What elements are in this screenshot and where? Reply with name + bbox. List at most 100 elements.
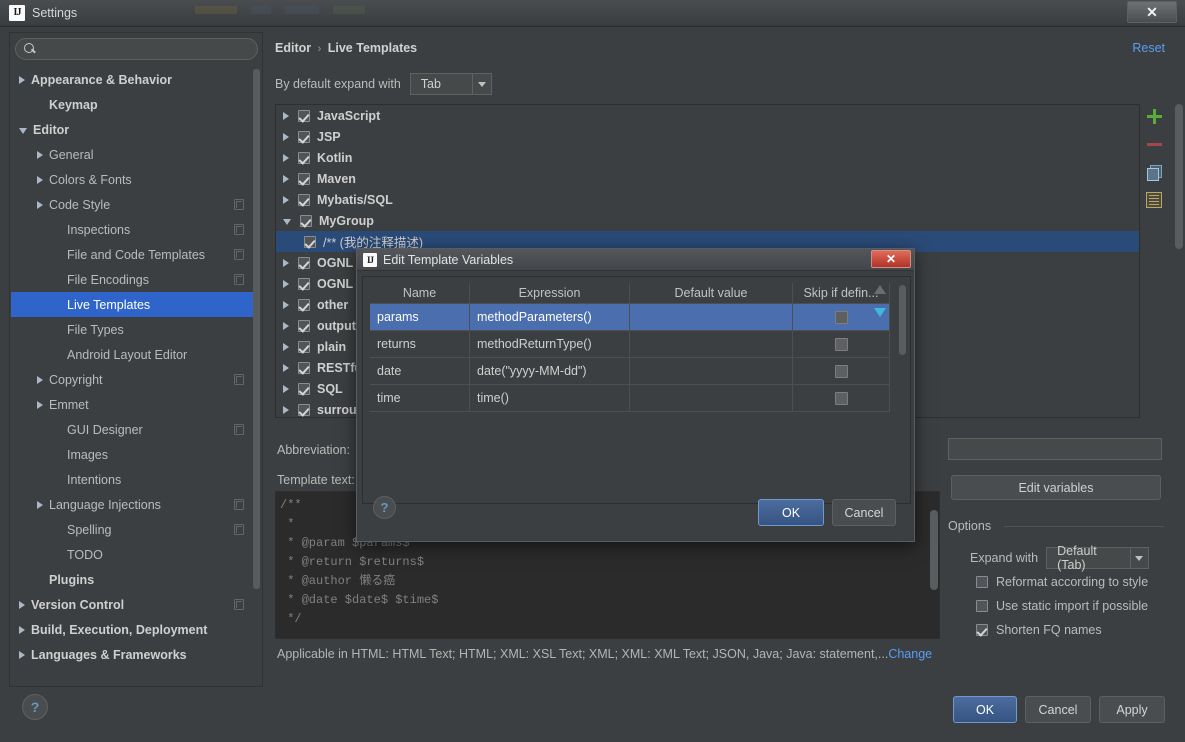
template-enabled-checkbox[interactable] [298,361,310,374]
variables-table[interactable]: Name Expression Default value Skip if defin… [370,283,890,412]
variable-default-cell[interactable] [630,358,793,385]
chevron-right-icon[interactable] [37,500,43,509]
sidebar-item-appearance-behavior[interactable]: Appearance & Behavior [11,67,256,92]
sidebar-item-images[interactable]: Images [11,442,256,467]
settings-category-tree[interactable]: Appearance & Behavior Keymap Editor General… [11,67,256,685]
chevron-right-icon[interactable] [283,405,289,414]
chevron-right-icon[interactable] [37,375,43,384]
template-tree-row[interactable]: MyGroup [276,210,1139,231]
template-list-scrollbar-thumb[interactable] [1175,104,1183,249]
template-tree-row[interactable]: Mybatis/SQL [276,189,1139,210]
variable-name-cell[interactable]: returns [370,331,470,358]
add-template-icon[interactable] [1146,108,1162,124]
template-enabled-checkbox[interactable] [298,151,310,164]
sidebar-item-file-and-code-templates[interactable]: File and Code Templates [11,242,256,267]
sidebar-item-build-execution-deployment[interactable]: Build, Execution, Deployment [11,617,256,642]
remove-template-icon[interactable] [1146,136,1162,152]
option-row[interactable]: Shorten FQ names [976,623,1102,637]
chevron-right-icon[interactable] [283,111,289,120]
template-enabled-checkbox[interactable] [298,130,310,143]
sidebar-item-live-templates[interactable]: Live Templates [11,292,256,317]
sidebar-item-gui-designer[interactable]: GUI Designer [11,417,256,442]
chevron-right-icon[interactable] [283,132,289,141]
arrow-up-icon[interactable] [874,285,886,294]
sidebar-item-emmet[interactable]: Emmet [11,392,256,417]
sidebar-scrollbar-thumb[interactable] [253,69,260,589]
ok-button[interactable]: OK [953,696,1017,723]
sidebar-item-code-style[interactable]: Code Style [11,192,256,217]
sidebar-item-inspections[interactable]: Inspections [11,217,256,242]
template-enabled-checkbox[interactable] [298,382,310,395]
chevron-right-icon[interactable] [19,75,25,84]
abbreviation-input[interactable] [948,438,1162,460]
sidebar-item-copyright[interactable]: Copyright [11,367,256,392]
edit-variables-button[interactable]: Edit variables [951,475,1161,500]
window-close-button[interactable]: ✕ [1127,1,1177,23]
sidebar-item-languages-frameworks[interactable]: Languages & Frameworks [11,642,256,667]
default-expand-combo[interactable]: Tab [409,73,492,95]
template-enabled-checkbox[interactable] [304,235,316,248]
template-enabled-checkbox[interactable] [298,298,310,311]
template-enabled-checkbox[interactable] [298,193,310,206]
chevron-down-icon[interactable] [472,74,491,94]
breadcrumb-root[interactable]: Editor [275,41,311,55]
copy-template-icon[interactable] [1146,164,1162,181]
sidebar-item-general[interactable]: General [11,142,256,167]
sidebar-item-file-encodings[interactable]: File Encodings [11,267,256,292]
sidebar-item-intentions[interactable]: Intentions [11,467,256,492]
chevron-right-icon[interactable] [283,321,289,330]
variable-default-cell[interactable] [630,331,793,358]
skip-if-defined-checkbox[interactable] [834,391,848,405]
template-tree-row[interactable]: Kotlin [276,147,1139,168]
template-enabled-checkbox[interactable] [298,172,310,185]
chevron-right-icon[interactable] [37,175,43,184]
variables-table-row[interactable]: params methodParameters() [370,304,890,331]
variable-default-cell[interactable] [630,385,793,412]
template-enabled-checkbox[interactable] [298,319,310,332]
template-enabled-checkbox[interactable] [298,109,310,122]
sidebar-item-keymap[interactable]: Keymap [11,92,256,117]
chevron-right-icon[interactable] [283,153,289,162]
dialog-cancel-button[interactable]: Cancel [832,499,896,526]
dialog-help-button[interactable]: ? [373,496,396,519]
variable-expression-cell[interactable]: time() [470,385,630,412]
variables-column-header[interactable]: Default value [630,283,793,304]
sidebar-item-todo[interactable]: TODO [11,542,256,567]
variables-column-header[interactable]: Name [370,283,470,304]
variable-expression-cell[interactable]: methodReturnType() [470,331,630,358]
skip-if-defined-checkbox[interactable] [834,364,848,378]
search-input[interactable] [42,41,242,57]
template-enabled-checkbox[interactable] [298,277,310,290]
option-checkbox[interactable] [976,624,988,636]
variable-name-cell[interactable]: params [370,304,470,331]
help-button[interactable]: ? [22,694,48,720]
chevron-right-icon[interactable] [283,363,289,372]
option-checkbox[interactable] [976,576,988,588]
sidebar-item-version-control[interactable]: Version Control [11,592,256,617]
skip-if-defined-checkbox[interactable] [834,310,848,324]
variable-expression-cell[interactable]: methodParameters() [470,304,630,331]
chevron-right-icon[interactable] [37,400,43,409]
sidebar-item-plugins[interactable]: Plugins [11,567,256,592]
variable-expression-cell[interactable]: date("yyyy-MM-dd") [470,358,630,385]
option-row[interactable]: Use static import if possible [976,599,1148,613]
arrow-down-icon[interactable] [874,308,886,317]
chevron-down-icon[interactable] [283,218,291,225]
template-tree-row[interactable]: JavaScript [276,105,1139,126]
variables-table-scrollbar-thumb[interactable] [899,285,906,355]
variable-name-cell[interactable]: time [370,385,470,412]
template-enabled-checkbox[interactable] [298,403,310,416]
reset-link[interactable]: Reset [1132,41,1165,55]
chevron-right-icon[interactable] [283,174,289,183]
variable-default-cell[interactable] [630,304,793,331]
variable-name-cell[interactable]: date [370,358,470,385]
template-enabled-checkbox[interactable] [298,340,310,353]
dialog-close-button[interactable]: ✕ [871,250,911,268]
chevron-right-icon[interactable] [283,384,289,393]
sidebar-item-language-injections[interactable]: Language Injections [11,492,256,517]
sidebar-item-colors-fonts[interactable]: Colors & Fonts [11,167,256,192]
template-tree-row[interactable]: Maven [276,168,1139,189]
chevron-right-icon[interactable] [283,279,289,288]
sidebar-item-spelling[interactable]: Spelling [11,517,256,542]
template-tree-row[interactable]: JSP [276,126,1139,147]
